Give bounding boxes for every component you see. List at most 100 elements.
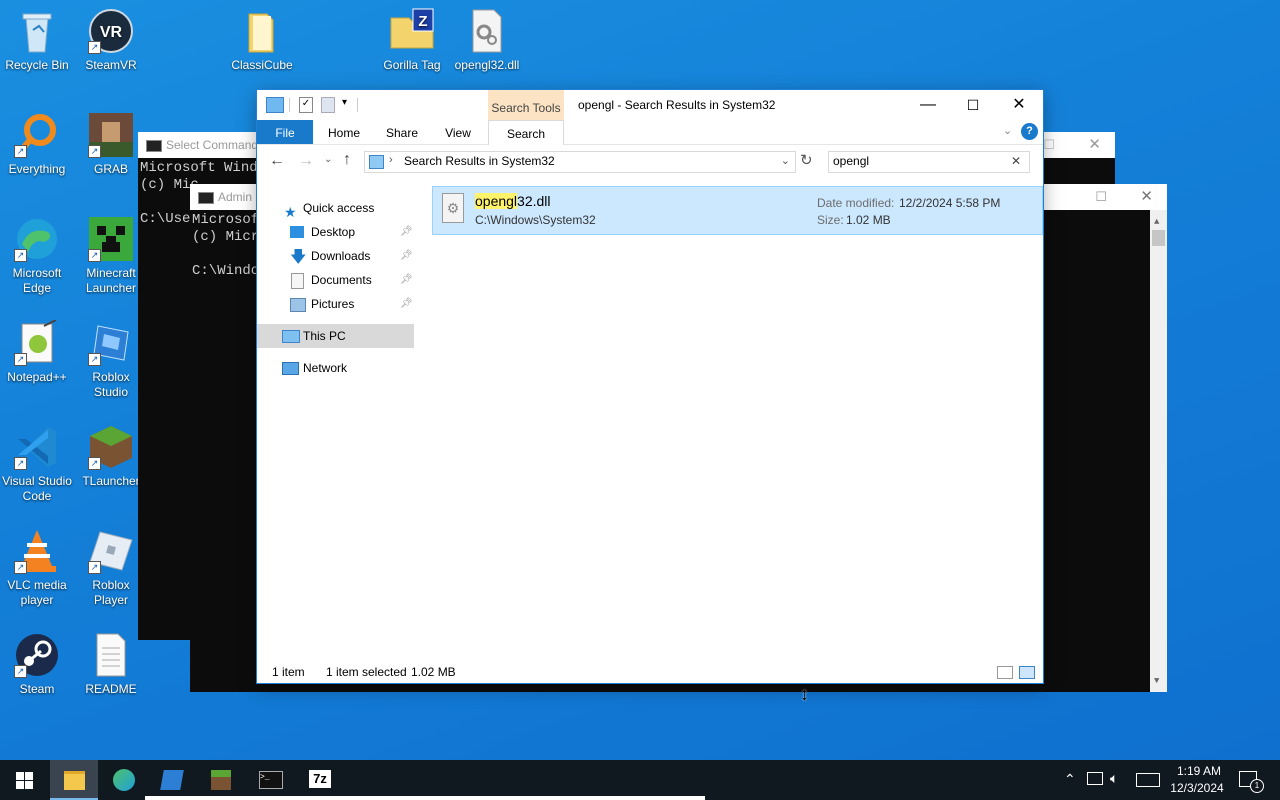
zip-folder-icon: Z <box>389 8 435 54</box>
roblox-studio-icon <box>160 770 184 790</box>
maximize-icon[interactable]: ☐ <box>1095 184 1107 210</box>
clock-date[interactable]: 12/3/2024 <box>1168 781 1226 795</box>
customize-dropdown-icon[interactable]: ▾ <box>342 97 347 108</box>
desktop-icon-label: SteamVR <box>85 58 137 72</box>
volume-icon[interactable]: 🔈︎ <box>1110 770 1118 787</box>
svg-text:Z: Z <box>418 13 427 30</box>
desktop-icon-steamvr[interactable]: VR ↗ SteamVR <box>75 8 147 73</box>
nav-this-pc[interactable]: This PC <box>257 324 414 348</box>
scroll-down-icon[interactable]: ▼ <box>1154 673 1159 690</box>
nav-label: This PC <box>303 329 346 343</box>
large-icons-view-icon[interactable] <box>1019 666 1035 679</box>
up-arrow-icon[interactable]: ↑ <box>343 151 351 169</box>
folder-small-icon <box>266 97 284 113</box>
address-bar[interactable]: › Search Results in System32 ⌄ <box>364 151 796 173</box>
desktop-icon-notepadpp[interactable]: ↗ Notepad++ <box>1 319 73 385</box>
desktop-icon-roblox-studio[interactable]: ↗ Roblox Studio <box>75 320 147 400</box>
breadcrumb-location[interactable]: Search Results in System32 <box>404 154 555 168</box>
desktop-icon-steam[interactable]: ↗ Steam <box>1 632 73 697</box>
nav-quick-access[interactable]: ★ Quick access <box>257 196 414 220</box>
network-icon[interactable] <box>1087 772 1103 785</box>
shortcut-arrow-icon: ↗ <box>14 561 27 574</box>
size-label: Size: <box>817 213 844 227</box>
status-selected-size: 1.02 MB <box>411 665 456 679</box>
desktop-icon-label: Minecraft Launcher <box>85 266 137 295</box>
taskbar-command-prompt[interactable]: >_ <box>246 760 294 800</box>
search-input[interactable] <box>833 153 1003 169</box>
search-box[interactable]: ✕ <box>828 151 1030 173</box>
scroll-thumb[interactable] <box>1152 230 1165 246</box>
desktop-icon-minecraft-launcher[interactable]: ↗ Minecraft Launcher <box>75 216 147 296</box>
download-arrow-icon: 🡇 <box>290 249 307 266</box>
tab-share[interactable]: Share <box>377 120 427 144</box>
recent-locations-icon[interactable]: ⌄ <box>324 154 332 165</box>
taskbar-minecraft[interactable] <box>197 760 245 800</box>
cmd-icon <box>198 192 214 204</box>
tab-file[interactable]: File <box>257 120 313 144</box>
dll-file-icon <box>464 8 510 54</box>
ribbon-expand-icon[interactable]: ⌄ <box>1003 124 1012 137</box>
desktop-icon-roblox-player[interactable]: ↗ Roblox Player <box>75 528 147 608</box>
refresh-icon[interactable]: ↻ <box>800 151 813 169</box>
scrollbar[interactable]: ▲ ▼ <box>1150 210 1167 692</box>
cmd-icon <box>146 140 162 152</box>
minimize-button[interactable]: — <box>905 90 951 120</box>
desktop-icon-readme[interactable]: README <box>75 632 147 697</box>
close-button[interactable]: ✕ <box>996 90 1042 120</box>
clock-time[interactable]: 1:19 AM <box>1173 764 1225 778</box>
new-folder-icon[interactable] <box>321 97 335 113</box>
nav-documents[interactable]: Documents 📌︎ <box>257 268 414 292</box>
start-button[interactable] <box>0 760 48 800</box>
desktop-icon-label: Steam <box>19 682 55 696</box>
navigation-pane: ★ Quick access Desktop 📌︎ 🡇 Downloads 📌︎… <box>257 186 414 661</box>
text-file-icon <box>88 632 134 678</box>
desktop-icon-tlauncher[interactable]: ↗ TLauncher <box>75 424 147 489</box>
taskbar-thumbnail-strip <box>145 796 705 800</box>
scroll-up-icon[interactable]: ▲ <box>1154 214 1159 231</box>
desktop-icon-gorilla-tag[interactable]: Z Gorilla Tag <box>376 8 448 73</box>
show-hidden-icons-button[interactable]: ⌃ <box>1064 771 1076 788</box>
keyboard-icon[interactable] <box>1136 773 1160 787</box>
maximize-button[interactable]: ☐ <box>950 90 996 120</box>
back-arrow-icon[interactable]: ← <box>269 152 285 170</box>
desktop-icon-grab[interactable]: ↗ GRAB <box>75 112 147 177</box>
search-result-item[interactable]: ⚙ opengl32.dll C:\Windows\System32 Date … <box>432 186 1043 235</box>
taskbar-roblox-studio[interactable] <box>148 760 196 800</box>
desktop-icon-recycle-bin[interactable]: Recycle Bin <box>1 8 73 73</box>
address-dropdown-icon[interactable]: ⌄ <box>781 154 790 167</box>
explorer-titlebar[interactable]: ✓ ▾ Search Tools opengl - Search Results… <box>257 90 1043 120</box>
maximize-icon[interactable]: ☐ <box>1043 132 1055 158</box>
shortcut-arrow-icon: ↗ <box>88 353 101 366</box>
desktop-icon-classicube[interactable]: ClassiCube <box>226 8 298 73</box>
tab-home[interactable]: Home <box>319 120 369 144</box>
computer-icon <box>282 330 300 343</box>
pin-icon: 📌︎ <box>400 274 413 285</box>
details-view-icon[interactable] <box>997 666 1013 679</box>
desktop-icon-vlc[interactable]: ↗ VLC media player <box>1 528 73 608</box>
explorer-window[interactable]: ✓ ▾ Search Tools opengl - Search Results… <box>257 90 1043 683</box>
nav-pictures[interactable]: Pictures 📌︎ <box>257 292 414 316</box>
help-icon[interactable]: ? <box>1021 123 1038 140</box>
tab-search[interactable]: Search <box>488 120 564 145</box>
recycle-bin-icon <box>14 8 60 54</box>
taskbar-7zip[interactable]: 7z <box>296 760 344 800</box>
clear-search-icon[interactable]: ✕ <box>1011 154 1021 168</box>
nav-desktop[interactable]: Desktop 📌︎ <box>257 220 414 244</box>
desktop-icon-everything[interactable]: ↗ Everything <box>1 112 73 177</box>
properties-icon[interactable]: ✓ <box>299 97 313 113</box>
close-icon[interactable]: ✕ <box>1088 132 1101 158</box>
divider <box>289 98 290 112</box>
cmd-window-back-title: Select Command <box>166 138 259 152</box>
close-icon[interactable]: ✕ <box>1140 184 1153 210</box>
desktop-icon-vscode[interactable]: ↗ Visual Studio Code <box>1 424 73 504</box>
taskbar-edge[interactable] <box>100 760 148 800</box>
forward-arrow-icon[interactable]: → <box>298 152 314 170</box>
desktop-icon-edge[interactable]: ↗ Microsoft Edge <box>1 216 73 296</box>
desktop-icon-opengl32[interactable]: opengl32.dll <box>451 8 523 73</box>
taskbar-file-explorer[interactable] <box>50 760 98 800</box>
tab-view[interactable]: View <box>433 120 483 144</box>
nav-downloads[interactable]: 🡇 Downloads 📌︎ <box>257 244 414 268</box>
steamvr-icon: VR ↗ <box>88 8 134 54</box>
nav-network[interactable]: Network <box>257 356 414 380</box>
size-value: 1.02 MB <box>846 213 891 227</box>
